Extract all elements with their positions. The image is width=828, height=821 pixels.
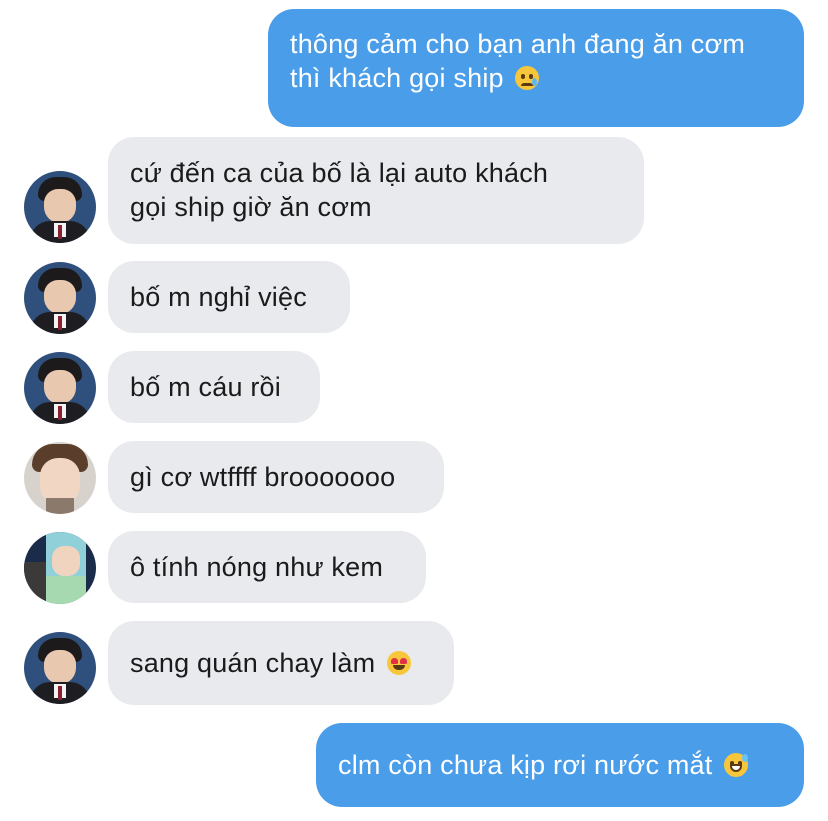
message-line: ô tính nóng như kem bbox=[130, 552, 384, 582]
avatar[interactable] bbox=[24, 442, 96, 514]
message-line: thì khách gọi ship bbox=[290, 61, 782, 95]
message-line-text: thì khách gọi ship bbox=[290, 63, 504, 93]
message-line: gì cơ wtffff brooooooo bbox=[130, 462, 396, 492]
message-line: thông cảm cho bạn anh đang ăn cơm bbox=[290, 29, 746, 59]
message-line: cứ đến ca của bố là lại auto khách bbox=[130, 158, 549, 188]
outgoing-message[interactable]: clm còn chưa kịp rơi nước mắt bbox=[316, 723, 804, 807]
message-line: clm còn chưa kịp rơi nước mắt bbox=[338, 748, 782, 782]
incoming-message[interactable]: gì cơ wtffff brooooooo bbox=[108, 441, 444, 513]
incoming-message[interactable]: bố m cáu rồi bbox=[108, 351, 320, 423]
message-line-text: sang quán chay làm bbox=[130, 648, 376, 678]
incoming-message[interactable]: sang quán chay làm bbox=[108, 621, 454, 705]
incoming-message[interactable]: cứ đến ca của bố là lại auto khách gọi s… bbox=[108, 137, 644, 244]
avatar[interactable] bbox=[24, 262, 96, 334]
incoming-message[interactable]: ô tính nóng như kem bbox=[108, 531, 426, 603]
avatar[interactable] bbox=[24, 171, 96, 243]
avatar[interactable] bbox=[24, 352, 96, 424]
message-line: bố m nghỉ việc bbox=[130, 282, 307, 312]
message-line: bố m cáu rồi bbox=[130, 372, 281, 402]
grinning-sweat-face-icon bbox=[724, 753, 749, 777]
avatar[interactable] bbox=[24, 632, 96, 704]
incoming-message[interactable]: bố m nghỉ việc bbox=[108, 261, 350, 333]
heart-eyes-face-icon bbox=[386, 651, 411, 675]
chat-thread: thông cảm cho bạn anh đang ăn cơm thì kh… bbox=[0, 0, 828, 821]
message-line: gọi ship giờ ăn cơm bbox=[130, 192, 372, 222]
crying-face-icon bbox=[515, 66, 540, 90]
avatar[interactable] bbox=[24, 532, 96, 604]
message-line-text: clm còn chưa kịp rơi nước mắt bbox=[338, 750, 713, 780]
message-line: sang quán chay làm bbox=[130, 646, 432, 680]
outgoing-message[interactable]: thông cảm cho bạn anh đang ăn cơm thì kh… bbox=[268, 9, 804, 127]
